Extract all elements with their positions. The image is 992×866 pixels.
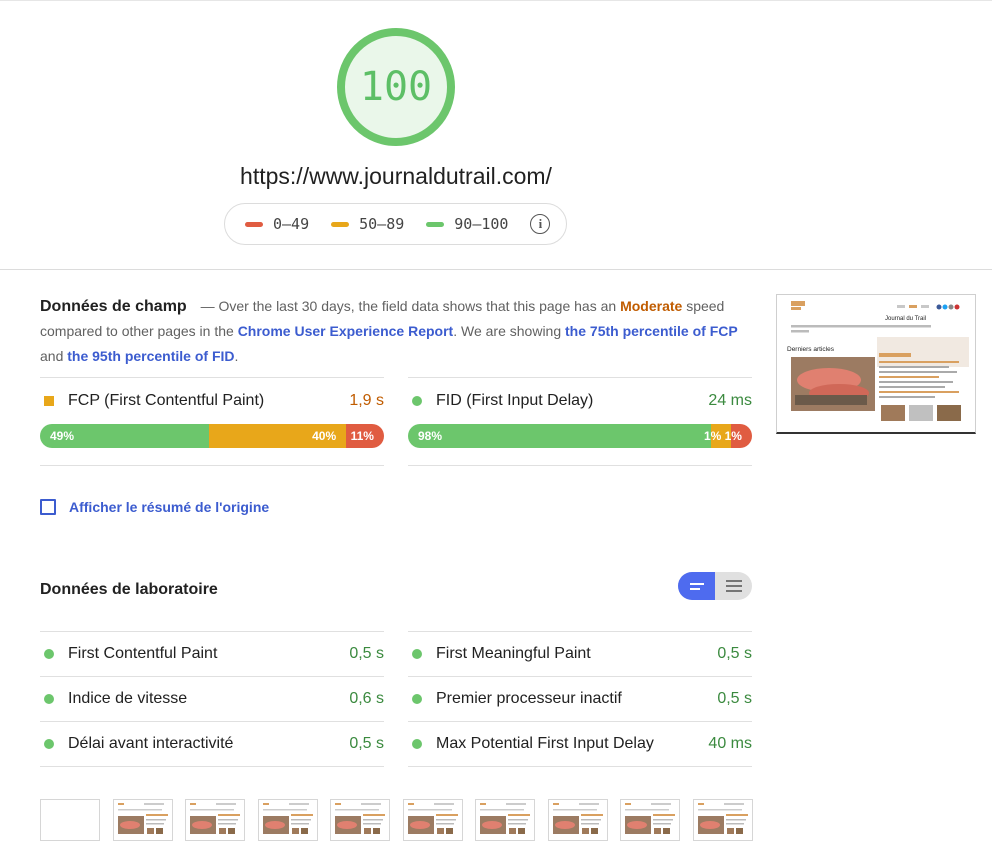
lab-metric-row: Max Potential First Input Delay 40 ms [408,722,752,767]
metric-value: 0,5 s [349,645,384,662]
distribution-segment: 40% [208,424,347,448]
field-metric-fcp: FCP (First Contentful Paint) 1,9 s 49% 40… [40,377,384,466]
metric-value: 1,9 s [349,392,384,409]
average-square-icon [44,396,54,406]
metrics-view-toggle[interactable] [678,572,752,600]
field-metric-fid: FID (First Input Delay) 24 ms 98% 1% 1% [408,377,752,466]
field-text: . [234,348,239,364]
field-text: and [40,348,64,364]
field-text: . We are showing [453,323,562,339]
page-url: https://www.journaldutrail.com/ [240,163,552,189]
lab-metric-row: First Meaningful Paint 0,5 s [408,632,752,677]
score-legend: 0–49 50–89 90–100 i [224,203,567,245]
filmstrip-frame [402,799,463,841]
score-value: 100 [359,64,433,110]
metric-label: FCP (First Contentful Paint) [68,392,265,409]
fid-percentile-link[interactable]: the 95th percentile of FID [67,348,234,364]
distribution-bar: 98% 1% 1% [408,424,752,448]
metric-value: 0,5 s [717,645,752,662]
pass-circle-icon [44,649,54,659]
filmstrip-frame [257,799,318,841]
crux-report-link[interactable]: Chrome User Experience Report [238,323,454,339]
legend-item-average: 50–89 [331,215,404,233]
lab-metric-row: First Contentful Paint 0,5 s [40,632,384,677]
legend-label: 90–100 [454,215,509,233]
lab-metric-row: Premier processeur inactif 0,5 s [408,677,752,722]
lab-metrics-right: First Meaningful Paint 0,5 s Premier pro… [408,631,752,767]
pass-circle-icon [412,694,422,704]
distribution-segment: 11% [346,424,384,448]
legend-label: 0–49 [273,215,310,233]
field-data-heading: Données de champ [40,298,187,315]
top-divider [0,0,992,1]
lab-metrics-left: First Contentful Paint 0,5 s Indice de v… [40,631,384,767]
origin-summary-toggle[interactable]: Afficher le résumé de l'origine [40,499,269,515]
filmstrip-frame [40,799,100,841]
pass-dash-icon [426,221,445,227]
pass-circle-icon [412,396,422,406]
legend-item-fail: 0–49 [245,215,309,233]
filmstrip-frame [185,799,245,841]
metric-label: First Contentful Paint [68,645,218,662]
lab-data-heading: Données de laboratoire [40,581,218,598]
info-icon[interactable]: i [530,214,551,234]
distribution-segment: 98% [408,424,711,448]
fail-dash-icon [245,221,263,227]
filmstrip-frame [692,799,753,841]
metric-label: Max Potential First Input Delay [436,735,654,752]
metric-label: First Meaningful Paint [436,645,591,662]
origin-summary-label: Afficher le résumé de l'origine [69,499,270,515]
filmstrip-frame [547,799,608,841]
pass-circle-icon [412,649,422,659]
field-text: Over the last 30 days, the field data sh… [218,298,617,314]
metric-value: 0,5 s [717,690,752,707]
field-data-description: Données de champ — Over the last 30 days… [40,294,740,369]
metric-label: FID (First Input Delay) [436,392,594,409]
section-divider [0,269,992,270]
dash-separator: — [200,298,215,314]
filmstrip-frame [475,799,535,841]
distribution-bar: 49% 40% 11% [40,424,384,448]
compact-view-icon[interactable] [678,572,715,600]
filmstrip-frame [112,799,173,841]
speed-category: Moderate [620,298,683,314]
final-screenshot: Journal du Trail Derniers articles [776,294,976,434]
performance-score-gauge: 100 [336,27,456,147]
filmstrip-frame [620,799,680,841]
lab-metric-row: Délai avant interactivité 0,5 s [40,722,384,767]
expanded-view-icon[interactable] [715,572,752,600]
distribution-segment: 1% [725,424,752,448]
pass-circle-icon [44,694,54,704]
metric-label: Premier processeur inactif [436,690,622,707]
metric-value: 40 ms [708,735,752,752]
site-preview-image: Journal du Trail Derniers articles [777,295,975,432]
metric-value: 0,6 s [349,690,384,707]
fcp-percentile-link[interactable]: the 75th percentile of FCP [565,323,738,339]
metric-label: Indice de vitesse [68,690,188,707]
checkbox[interactable] [40,499,56,515]
metric-label: Délai avant interactivité [68,735,234,752]
filmstrip [40,799,765,841]
legend-label: 50–89 [359,215,405,233]
pass-circle-icon [44,739,54,749]
svg-text:Journal du Trail: Journal du Trail [885,316,926,322]
average-dash-icon [331,221,350,227]
distribution-segment: 49% [40,424,209,448]
metric-value: 24 ms [708,392,752,409]
filmstrip-frame [330,799,390,841]
svg-text:Derniers articles: Derniers articles [787,346,835,353]
lab-metric-row: Indice de vitesse 0,6 s [40,677,384,722]
legend-item-pass: 90–100 [426,215,508,233]
metric-value: 0,5 s [349,735,384,752]
pass-circle-icon [412,739,422,749]
